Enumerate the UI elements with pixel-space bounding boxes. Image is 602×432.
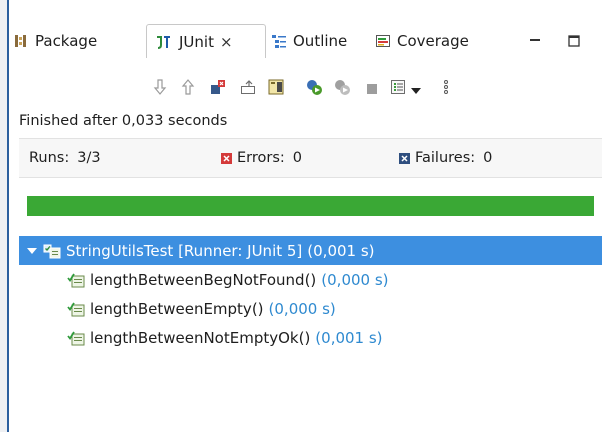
minimize-icon — [529, 32, 541, 51]
test-suite-icon — [43, 243, 61, 259]
errors-counter: Errors: 0 — [221, 139, 302, 177]
history-icon — [390, 79, 406, 99]
test-method-name: lengthBetweenEmpty() — [90, 299, 264, 318]
test-results-tree: StringUtilsTest [Runner: JUnit 5] (0,001… — [19, 236, 602, 352]
failures-counter: Failures: 0 — [399, 139, 492, 177]
rerun-button[interactable] — [305, 80, 323, 98]
left-panel-edge — [0, 0, 9, 432]
tab-outline-label: Outline — [293, 32, 348, 50]
runs-counter: Runs: 3/3 — [29, 139, 101, 177]
tab-coverage-label: Coverage — [397, 32, 469, 50]
layout-button[interactable] — [267, 79, 285, 99]
test-passed-icon — [67, 272, 85, 288]
view-tab-strip: Package JUnit × Outline Coverage — [9, 24, 602, 58]
failure-icon — [399, 152, 410, 164]
failures-label: Failures: — [415, 150, 476, 166]
history-button[interactable] — [389, 80, 407, 98]
collapse-arrow-icon[interactable] — [25, 247, 39, 255]
tab-outline[interactable]: Outline — [271, 24, 347, 58]
test-passed-icon — [67, 301, 85, 317]
outline-icon — [271, 33, 287, 49]
test-counters: Runs: 3/3 Errors: 0 Failures: 0 — [19, 138, 602, 178]
tab-junit[interactable]: JUnit × — [146, 24, 266, 58]
view-menu-button[interactable] — [437, 80, 455, 98]
runs-value: 3/3 — [77, 150, 101, 166]
rerun-failed-first-icon — [333, 78, 351, 100]
test-method-time: (0,000 s) — [321, 270, 389, 289]
tree-row-test-method[interactable]: lengthBetweenNotEmptyOk() (0,001 s) — [19, 323, 602, 352]
rerun-failed-first-button[interactable] — [333, 80, 351, 98]
test-method-time: (0,001 s) — [315, 328, 383, 347]
view-menu-icon — [443, 79, 449, 99]
test-class-name: StringUtilsTest [Runner: JUnit 5] — [66, 241, 303, 260]
coverage-icon — [375, 33, 391, 49]
errors-label: Errors: — [237, 150, 285, 166]
scroll-lock-icon — [240, 79, 256, 99]
stop-icon — [366, 80, 378, 99]
run-status-text: Finished after 0,033 seconds — [19, 113, 228, 129]
errors-value: 0 — [292, 150, 303, 166]
error-icon — [221, 152, 232, 164]
stop-button[interactable] — [363, 80, 381, 98]
test-progress-bar — [27, 196, 594, 216]
dropdown-icon — [411, 80, 421, 99]
show-failures-only-icon — [210, 79, 226, 99]
maximize-button[interactable] — [568, 24, 580, 58]
failures-value: 0 — [483, 150, 493, 166]
junit-view: Package JUnit × Outline Coverage Finishe… — [9, 0, 602, 432]
package-explorer-icon — [13, 33, 29, 49]
runs-label: Runs: — [29, 150, 70, 166]
previous-failure-button[interactable] — [179, 79, 197, 99]
previous-failure-icon — [181, 79, 195, 99]
show-failures-only-button[interactable] — [209, 80, 227, 98]
tab-junit-label: JUnit — [179, 32, 214, 51]
tree-row-test-method[interactable]: lengthBetweenEmpty() (0,000 s) — [19, 294, 602, 323]
layout-icon — [268, 79, 284, 99]
test-method-name: lengthBetweenNotEmptyOk() — [90, 328, 311, 347]
close-tab-icon[interactable]: × — [220, 33, 233, 51]
tab-package[interactable]: Package — [13, 24, 97, 58]
history-dropdown[interactable] — [407, 80, 425, 98]
maximize-icon — [568, 32, 580, 51]
tab-coverage[interactable]: Coverage — [375, 24, 469, 58]
test-progress-fill — [27, 196, 594, 216]
test-method-time: (0,000 s) — [268, 299, 336, 318]
rerun-icon — [305, 78, 323, 100]
test-class-time: (0,001 s) — [307, 241, 375, 260]
test-method-name: lengthBetweenBegNotFound() — [90, 270, 317, 289]
tab-package-label: Package — [35, 32, 98, 50]
scroll-lock-button[interactable] — [239, 80, 257, 98]
tree-row-test-method[interactable]: lengthBetweenBegNotFound() (0,000 s) — [19, 265, 602, 294]
minimize-button[interactable] — [529, 24, 541, 58]
next-failure-icon — [153, 79, 167, 99]
next-failure-button[interactable] — [151, 79, 169, 99]
tree-row-test-class[interactable]: StringUtilsTest [Runner: JUnit 5] (0,001… — [19, 236, 602, 265]
junit-icon — [155, 34, 173, 50]
test-passed-icon — [67, 330, 85, 346]
